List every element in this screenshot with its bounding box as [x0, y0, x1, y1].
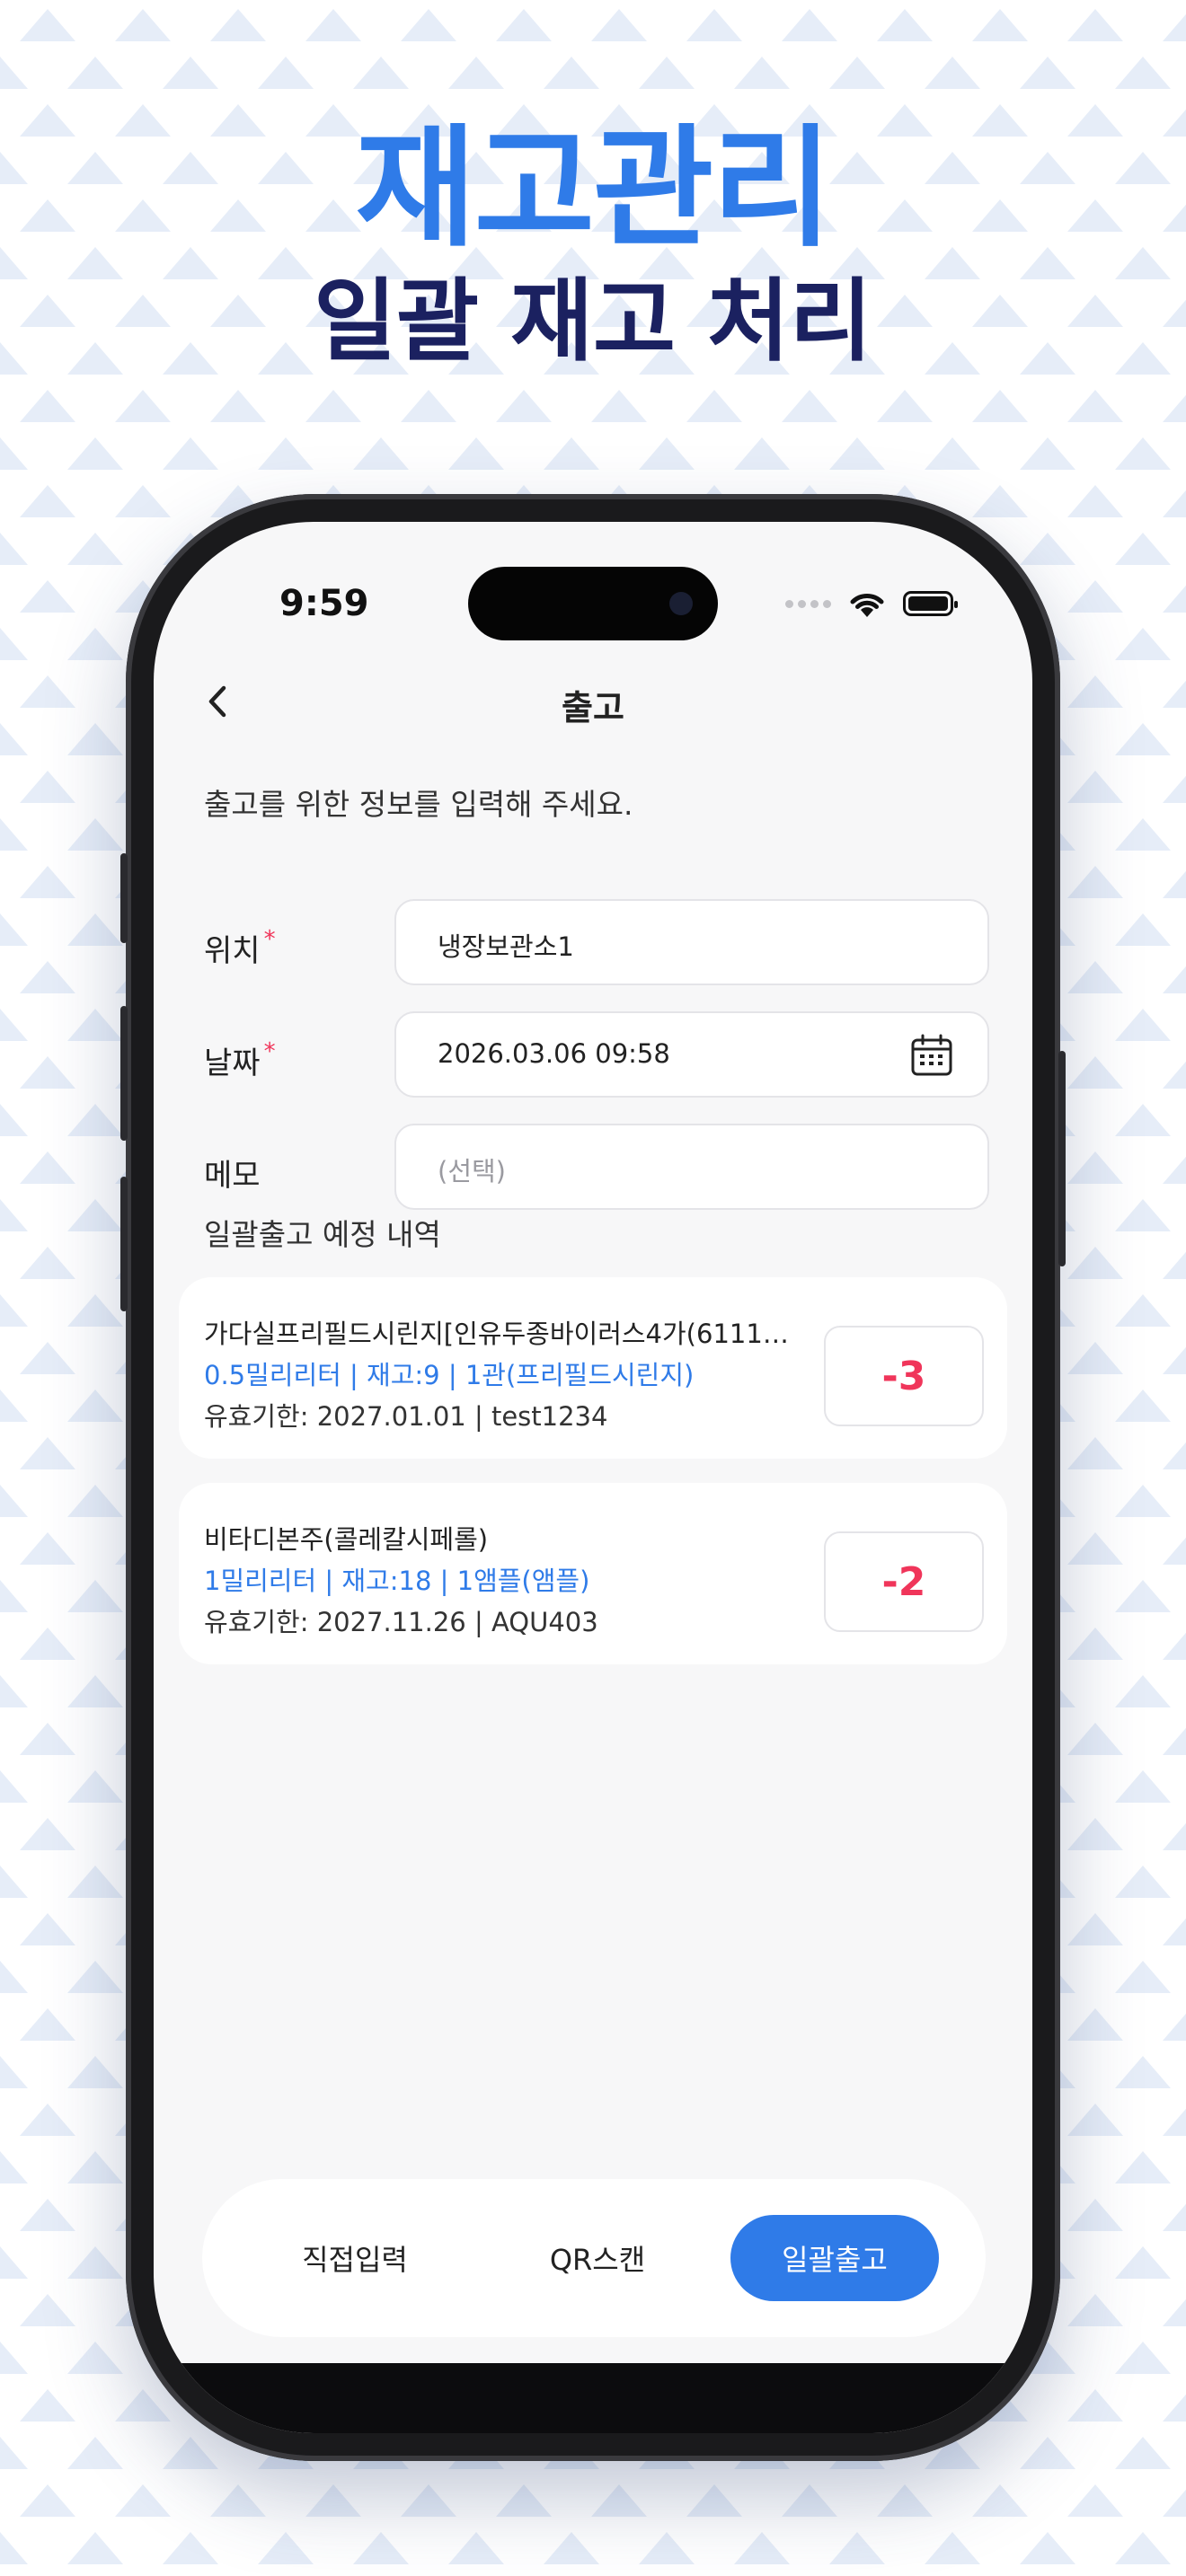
dynamic-island [468, 567, 718, 640]
memo-placeholder: (선택) [438, 1156, 506, 1187]
item-name: 비타디본주(콜레칼시페롤) [204, 1524, 489, 1555]
wifi-icon [850, 594, 884, 617]
promo-banner: 재고관리 일괄 재고 처리 [0, 117, 1186, 375]
date-value: 2026.03.06 09:58 [438, 1038, 670, 1069]
banner-headline: 재고관리 [355, 112, 832, 265]
volume-down-button [120, 1177, 128, 1311]
item-expiry: 유효기한: 2027.01.01 | test1234 [204, 1401, 608, 1432]
banner-subheadline: 일괄 재고 처리 [314, 269, 872, 374]
memo-row: 메모 (선택) [204, 1124, 1004, 1212]
item-name: 가다실프리필드시린지[인유두종바이러스4가(611161… [204, 1319, 797, 1349]
page-title: 출고 [562, 688, 624, 728]
phone-frame: 9:59 출고 출고를 위한 정보를 입력해 주세요. 위치 * 냉장보관소1 날… [120, 494, 1066, 2461]
location-row: 위치 * 냉장보관소1 [204, 899, 1004, 987]
location-field[interactable]: 냉장보관소1 [394, 899, 989, 985]
tab-batch-release[interactable]: 일괄출고 [730, 2215, 939, 2301]
list-item[interactable]: 비타디본주(콜레칼시페롤) 1밀리리터 | 재고:18 | 1앰플(앰플) 유효… [179, 1483, 1007, 1664]
volume-up-button [120, 1006, 128, 1141]
memo-input[interactable]: (선택) [394, 1124, 989, 1210]
batch-list-title: 일괄출고 예정 내역 [204, 1217, 441, 1252]
bottom-tab-bar: 직접입력 QR스캔 일괄출고 [202, 2179, 986, 2337]
status-icons [785, 588, 958, 619]
battery-icon [903, 591, 958, 616]
item-spec: 0.5밀리리터 | 재고:9 | 1관(프리필드시린지) [204, 1360, 695, 1390]
date-row: 날짜 * 2026.03.06 09:58 [204, 1011, 1004, 1099]
location-value: 냉장보관소1 [438, 931, 574, 962]
tab-qr-scan[interactable]: QR스캔 [499, 2215, 696, 2301]
date-label: 날짜 * [204, 1038, 276, 1081]
list-item[interactable]: 가다실프리필드시린지[인유두종바이러스4가(611161… 0.5밀리리터 | … [179, 1277, 1007, 1459]
calendar-icon[interactable] [910, 1033, 953, 1078]
required-mark: * [263, 1038, 276, 1065]
quantity-input[interactable]: -2 [824, 1531, 984, 1632]
tab-direct-input[interactable]: 직접입력 [256, 2215, 454, 2301]
item-spec: 1밀리리터 | 재고:18 | 1앰플(앰플) [204, 1566, 590, 1596]
item-expiry: 유효기한: 2027.11.26 | AQU403 [204, 1607, 598, 1637]
location-label: 위치 * [204, 926, 276, 969]
memo-label: 메모 [204, 1158, 261, 1194]
action-button [120, 853, 128, 943]
date-field[interactable]: 2026.03.06 09:58 [394, 1011, 989, 1098]
power-button [1058, 1051, 1066, 1266]
screen-bottom-band [154, 2363, 1032, 2433]
status-time: 9:59 [279, 583, 369, 624]
quantity-input[interactable]: -3 [824, 1326, 984, 1426]
app-screen: 9:59 출고 출고를 위한 정보를 입력해 주세요. 위치 * 냉장보관소1 날… [154, 522, 1032, 2433]
signal-dots-icon [785, 599, 831, 608]
required-mark: * [263, 926, 276, 953]
form-intro: 출고를 위한 정보를 입력해 주세요. [204, 787, 633, 822]
